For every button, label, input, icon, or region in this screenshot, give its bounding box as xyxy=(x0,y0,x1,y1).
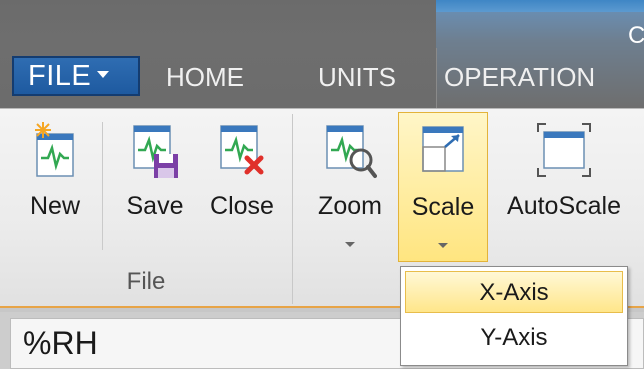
chevron-down-icon xyxy=(438,243,448,248)
titlebar-region xyxy=(436,12,644,108)
close-chart-icon xyxy=(217,120,267,187)
tab-home[interactable]: HOME xyxy=(166,62,244,92)
tab-operation[interactable]: OPERATION xyxy=(444,62,595,92)
tab-units[interactable]: UNITS xyxy=(318,62,396,92)
save-button-label: Save xyxy=(126,192,184,220)
zoom-button-label: Zoom xyxy=(318,192,382,220)
menu-item-x-axis[interactable]: X-Axis xyxy=(405,271,623,313)
file-group-label: File xyxy=(126,268,166,295)
close-button[interactable]: Close xyxy=(200,112,284,262)
chevron-down-icon xyxy=(97,70,110,78)
save-button[interactable]: Save xyxy=(112,112,198,262)
zoom-button[interactable]: Zoom xyxy=(306,112,394,262)
menu-item-y-axis[interactable]: Y-Axis xyxy=(405,317,623,359)
save-chart-icon xyxy=(130,120,180,187)
group-separator xyxy=(292,114,293,304)
new-button[interactable]: New xyxy=(16,112,94,262)
scale-button-label: Scale xyxy=(411,193,475,221)
close-button-label: Close xyxy=(210,192,274,220)
autoscale-button[interactable]: AutoScale xyxy=(490,112,638,262)
new-button-label: New xyxy=(29,192,80,220)
chevron-down-icon xyxy=(345,242,355,247)
scale-dropdown-menu: X-Axis Y-Axis xyxy=(400,266,628,366)
zoom-icon xyxy=(323,120,377,187)
scale-icon xyxy=(417,121,469,188)
titlebar-accent xyxy=(436,0,644,12)
humidity-unit-label: %RH xyxy=(23,325,98,361)
tab-divider xyxy=(436,48,437,108)
scale-button[interactable]: Scale xyxy=(398,112,488,262)
file-tab[interactable]: FILE xyxy=(12,56,140,96)
new-chart-icon xyxy=(33,120,77,185)
button-separator xyxy=(102,122,103,250)
file-tab-label: FILE xyxy=(28,60,92,92)
autoscale-icon xyxy=(536,120,592,187)
autoscale-button-label: AutoScale xyxy=(507,192,621,220)
window-title: C xyxy=(628,22,644,49)
